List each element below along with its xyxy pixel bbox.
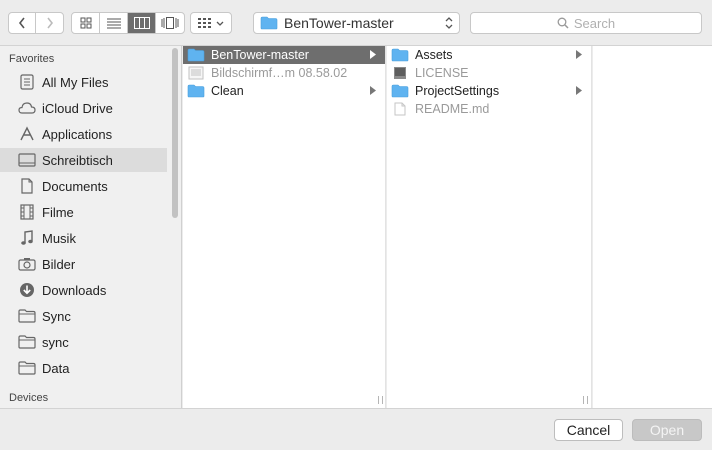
sidebar-item-filme[interactable]: Filme (0, 200, 167, 224)
favorites-title: Favorites (9, 53, 55, 65)
row-label: LICENSE (415, 66, 469, 80)
search-icon (557, 17, 569, 29)
path-popup[interactable]: BenTower-master (253, 12, 460, 34)
list-view-icon (106, 18, 121, 28)
view-mode-buttons (71, 12, 185, 34)
downloads-icon (17, 281, 37, 299)
column-row-bentower-master[interactable]: BenTower-master (183, 46, 385, 64)
arrange-grid-icon (198, 18, 211, 28)
back-button[interactable] (9, 13, 36, 33)
chevron-down-icon (216, 21, 224, 26)
toolbar: BenTower-master Search (0, 0, 712, 46)
column-row-projectsettings[interactable]: ProjectSettings (387, 82, 591, 100)
browser-column-3 (593, 46, 712, 408)
sidebar-item-label: Filme (42, 204, 74, 220)
icon-view-icon (80, 17, 91, 29)
image-file-icon (187, 66, 205, 80)
sidebar-item-label: Downloads (42, 282, 107, 298)
folder-icon (187, 48, 205, 62)
column-resize-handle[interactable] (583, 396, 588, 404)
row-label: README.md (415, 102, 490, 116)
icon-view-button[interactable] (72, 13, 100, 33)
chevron-right-icon (46, 17, 53, 29)
folder-icon (17, 333, 37, 351)
cover-flow-icon (161, 17, 179, 29)
column-row-license[interactable]: LICENSE (387, 64, 591, 82)
documents-icon (17, 177, 37, 195)
browser-column-2: Assets LICENSE ProjectSettings README.md (387, 46, 592, 408)
column-row-screenshot[interactable]: Bildschirmf…m 08.58.02 (183, 64, 385, 82)
folder-icon (17, 359, 37, 377)
sidebar-item-label: sync (42, 334, 69, 350)
bottom-bar: Cancel Open (0, 408, 712, 450)
row-label: ProjectSettings (415, 84, 500, 98)
sidebar-item-label: All My Files (42, 74, 109, 90)
document-icon (391, 102, 409, 116)
open-button[interactable]: Open (632, 419, 702, 441)
row-label: Bildschirmf…m 08.58.02 (211, 66, 348, 80)
sidebar-item-all-my-files[interactable]: All My Files (0, 70, 167, 94)
sidebar-scrollbar[interactable] (172, 48, 178, 218)
cancel-button[interactable]: Cancel (554, 419, 623, 441)
search-placeholder: Search (573, 15, 616, 31)
disclosure-arrow-icon (576, 86, 582, 95)
cloud-icon (17, 99, 37, 117)
sidebar: Favorites All My Files iCloud Drive Appl… (0, 46, 182, 408)
sidebar-item-label: Schreibtisch (42, 152, 113, 168)
sidebar-item-label: Musik (42, 230, 76, 246)
sidebar-item-label: Applications (42, 126, 113, 142)
path-label: BenTower-master (284, 15, 394, 31)
sidebar-item-label: Sync (42, 308, 71, 324)
desktop-icon (17, 151, 37, 169)
camera-icon (17, 255, 37, 273)
folder-icon (187, 84, 205, 98)
chevron-left-icon (18, 17, 25, 29)
sidebar-item-sync-lowercase[interactable]: sync (0, 330, 167, 354)
sidebar-item-label: iCloud Drive (42, 100, 113, 116)
arrange-button[interactable] (190, 12, 232, 34)
sidebar-item-label: Documents (42, 178, 108, 194)
sidebar-item-documents[interactable]: Documents (0, 174, 167, 198)
folder-icon (17, 307, 37, 325)
disclosure-arrow-icon (576, 50, 582, 59)
music-icon (17, 229, 37, 247)
sidebar-item-applications[interactable]: Applications (0, 122, 167, 146)
column-row-assets[interactable]: Assets (387, 46, 591, 64)
sidebar-item-icloud-drive[interactable]: iCloud Drive (0, 96, 167, 120)
browser-column-1: BenTower-master Bildschirmf…m 08.58.02 C… (183, 46, 386, 408)
sidebar-item-label: Data (42, 360, 70, 376)
sidebar-item-bilder[interactable]: Bilder (0, 252, 167, 276)
sidebar-item-data[interactable]: Data (0, 356, 167, 380)
up-down-arrows-icon (445, 17, 453, 29)
column-row-clean[interactable]: Clean (183, 82, 385, 100)
folder-icon (260, 16, 278, 30)
forward-button[interactable] (36, 13, 63, 33)
row-label: Assets (415, 48, 453, 62)
column-row-readme[interactable]: README.md (387, 100, 591, 118)
row-label: BenTower-master (211, 48, 309, 62)
column-resize-handle[interactable] (378, 396, 383, 404)
applications-icon (17, 125, 37, 143)
row-label: Clean (211, 84, 244, 98)
film-icon (17, 203, 37, 221)
binary-file-icon (391, 66, 409, 80)
search-field[interactable]: Search (470, 12, 702, 34)
disclosure-arrow-icon (370, 50, 376, 59)
sidebar-item-schreibtisch[interactable]: Schreibtisch (0, 148, 167, 172)
list-view-button[interactable] (100, 13, 128, 33)
sidebar-item-label: Bilder (42, 256, 76, 272)
devices-title: Devices (9, 392, 49, 404)
column-view-button[interactable] (128, 13, 156, 33)
sidebar-item-musik[interactable]: Musik (0, 226, 167, 250)
cover-flow-button[interactable] (156, 13, 184, 33)
folder-icon (391, 84, 409, 98)
all-files-icon (17, 73, 37, 91)
sidebar-item-sync[interactable]: Sync (0, 304, 167, 328)
folder-icon (391, 48, 409, 62)
navigation-buttons (8, 12, 64, 34)
column-view-icon (133, 17, 150, 29)
disclosure-arrow-icon (370, 86, 376, 95)
sidebar-item-downloads[interactable]: Downloads (0, 278, 167, 302)
